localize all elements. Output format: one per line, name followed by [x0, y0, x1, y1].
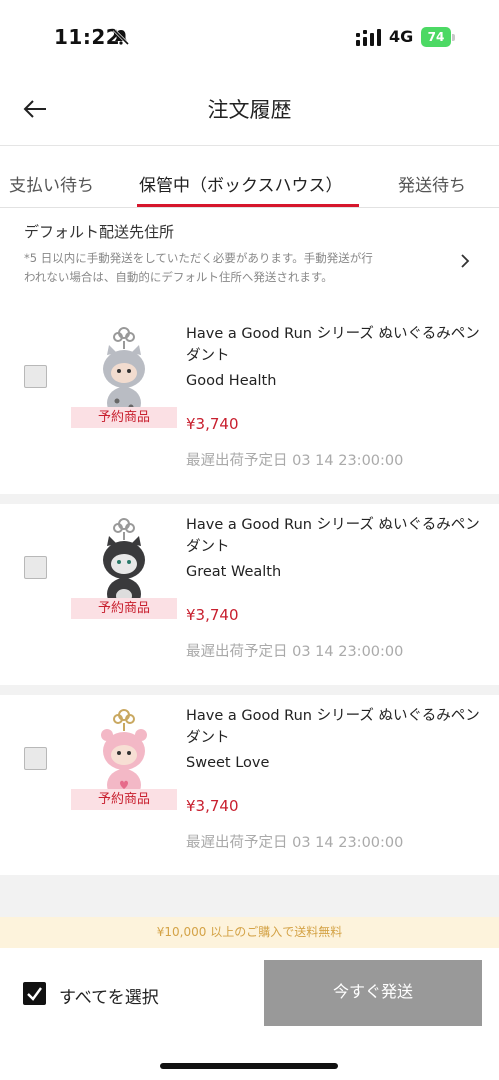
latest-ship-date: 最遅出荷予定日 03 14 23:00:00: [186, 835, 404, 851]
preorder-badge: 予約商品: [71, 789, 177, 810]
tab-bar: 支払い待ち 保管中（ボックスハウス） 発送待ち: [0, 147, 499, 208]
product-variant: Sweet Love: [186, 755, 270, 771]
select-all-label[interactable]: すべてを選択: [59, 983, 159, 1008]
preorder-badge: 予約商品: [71, 407, 177, 428]
header: 注文履歴: [0, 70, 499, 146]
order-item: 予約商品 Have a Good Run シリーズ ぬいぐるみペンダント Swe…: [0, 695, 499, 875]
address-title: デフォルト配送先住所: [24, 223, 175, 241]
item-checkbox[interactable]: [24, 556, 47, 579]
list-bottom-spacer: [0, 875, 499, 917]
default-address-row[interactable]: デフォルト配送先住所 *5 日以内に手動発送をしていただく必要があります。手動発…: [0, 209, 499, 313]
battery-level: 74: [421, 27, 451, 47]
latest-ship-date: 最遅出荷予定日 03 14 23:00:00: [186, 453, 404, 469]
product-name: Have a Good Run シリーズ ぬいぐるみペンダント: [186, 708, 480, 746]
product-variant: Good Health: [186, 373, 277, 389]
preorder-badge: 予約商品: [71, 598, 177, 619]
product-name: Have a Good Run シリーズ ぬいぐるみペンダント: [186, 517, 480, 555]
product-name: Have a Good Run シリーズ ぬいぐるみペンダント: [186, 326, 480, 364]
network-type: 4G: [389, 27, 414, 46]
product-price: ¥3,740: [186, 606, 239, 624]
product-variant: Great Wealth: [186, 564, 282, 580]
battery-icon: 74: [421, 27, 455, 47]
footer-bar: すべてを選択 今すぐ発送: [0, 948, 499, 1080]
item-checkbox[interactable]: [24, 365, 47, 388]
bell-muted-icon: [112, 28, 130, 46]
status-time: 11:22: [54, 25, 121, 49]
free-shipping-banner: ¥10,000 以上のご購入で送料無料: [0, 917, 499, 948]
home-indicator: [160, 1063, 338, 1069]
item-checkbox[interactable]: [24, 747, 47, 770]
order-item: 予約商品 Have a Good Run シリーズ ぬいぐるみペンダント Goo…: [0, 313, 499, 493]
address-note: *5 日以内に手動発送をしていただく必要があります。手動発送が行われない場合は、…: [24, 251, 373, 284]
ship-now-button[interactable]: 今すぐ発送: [264, 960, 482, 1026]
product-price: ¥3,740: [186, 797, 239, 815]
order-item: 予約商品 Have a Good Run シリーズ ぬいぐるみペンダント Gre…: [0, 504, 499, 684]
select-all-checkbox[interactable]: [23, 982, 46, 1005]
tab-awaiting-shipment[interactable]: 発送待ち: [398, 171, 466, 196]
latest-ship-date: 最遅出荷予定日 03 14 23:00:00: [186, 644, 404, 660]
battery-cap: [452, 34, 455, 41]
active-tab-indicator: [137, 204, 359, 207]
page-title: 注文履歴: [207, 98, 292, 122]
chevron-right-icon: [461, 254, 470, 268]
status-bar: 11:22 4G 74: [0, 0, 499, 70]
signal-icon: [356, 29, 381, 46]
divider: [0, 494, 499, 504]
product-price: ¥3,740: [186, 415, 239, 433]
divider: [0, 685, 499, 695]
tab-awaiting-payment[interactable]: 支払い待ち: [9, 171, 94, 196]
tab-in-storage[interactable]: 保管中（ボックスハウス）: [139, 171, 343, 196]
